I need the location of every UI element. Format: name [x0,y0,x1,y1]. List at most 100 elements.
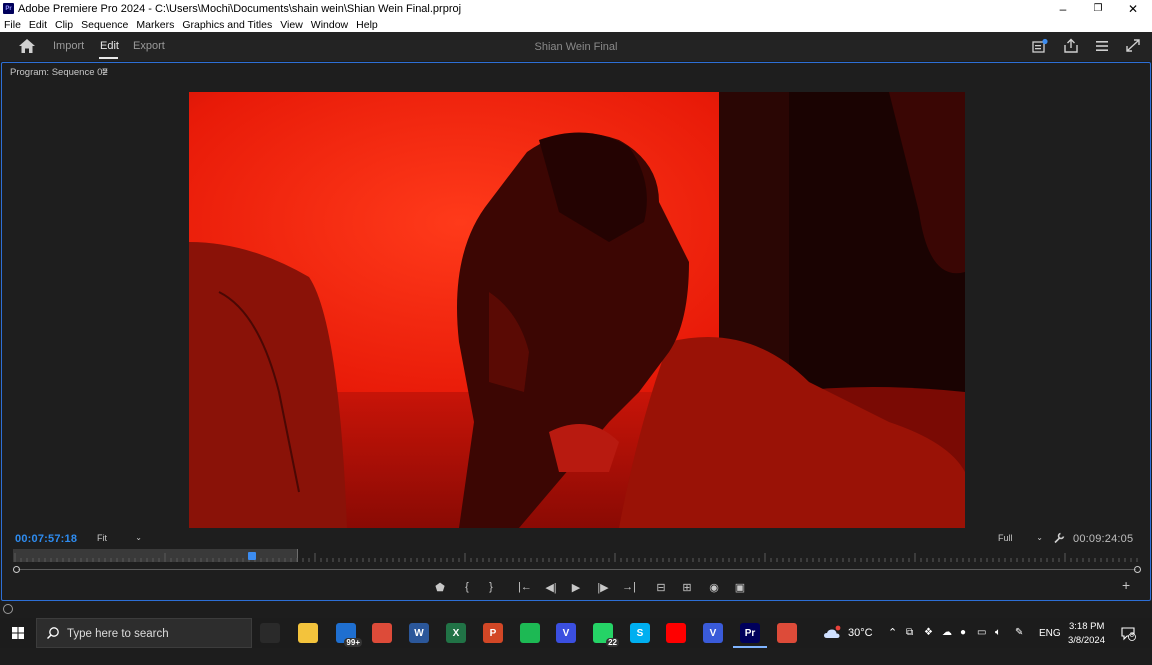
windows-start-icon[interactable] [12,627,24,639]
close-button[interactable]: ✕ [1115,0,1151,17]
current-timecode[interactable]: 00:07:57:18 [15,533,77,545]
time-ruler[interactable] [11,549,1139,563]
menu-window[interactable]: Window [307,19,352,31]
word-taskbar-icon[interactable]: W [409,623,429,643]
zoom-scrollbar-end-handle[interactable] [1134,566,1141,573]
file-explorer-taskbar-icon[interactable] [298,623,318,643]
language-indicator[interactable]: ENG [1039,628,1061,658]
vegas-taskbar-icon[interactable]: V [703,623,723,643]
go-to-out-button[interactable]: →| [621,580,637,594]
zoom-scrollbar[interactable] [13,566,1141,573]
menu-clip[interactable]: Clip [51,19,77,31]
menu-edit[interactable]: Edit [25,19,51,31]
volume-icon[interactable]: 🔈︎ [995,627,1001,657]
youtube-taskbar-icon[interactable] [666,623,686,643]
zoom-level-select[interactable]: Fit ⌄ [97,533,142,543]
chrome-taskbar-icon[interactable] [372,623,392,643]
zoom-scrollbar-start-handle[interactable] [13,566,20,573]
status-strip [0,602,1152,618]
play-button[interactable]: ▶ [568,580,584,594]
zoom-level-value: Fit [97,533,107,543]
go-to-in-button[interactable]: |← [517,580,533,594]
premiere-app-icon: Pr [3,3,14,14]
vpn-badge: V [562,627,570,639]
whatsapp-taskbar-icon[interactable]: 22 [593,623,619,647]
step-forward-button[interactable]: |▶ [595,580,611,594]
chevron-down-icon: ⌄ [1036,533,1043,542]
battery-icon[interactable]: ▭ [977,627,986,657]
weather-cloud-icon[interactable] [823,625,841,641]
video-frame [189,92,965,528]
button-editor-add-button[interactable]: + [1122,577,1130,593]
whatsapp-badge: 22 [606,638,619,647]
microphone-icon[interactable]: ● [960,627,966,657]
chrome-2-taskbar-icon[interactable] [777,623,797,643]
playback-resolution-select[interactable]: Full ⌄ [998,533,1043,543]
window-title-bar: Pr Adobe Premiere Pro 2024 - C:\Users\Mo… [0,0,1152,17]
settings-wrench-icon[interactable] [1053,532,1065,544]
onedrive-icon[interactable]: ☁ [942,627,952,657]
ruler-ticks [14,553,1138,562]
menu-markers[interactable]: Markers [132,19,178,31]
menu-help[interactable]: Help [352,19,382,31]
mail-badge: 99+ [344,638,362,647]
dropbox-icon[interactable]: ❖ [924,627,933,657]
vegas-badge: V [709,627,717,639]
task-view-taskbar-icon[interactable] [260,623,280,643]
playback-resolution-value: Full [998,533,1013,543]
search-placeholder: Type here to search [67,628,169,640]
spotify-taskbar-icon[interactable] [520,623,540,643]
window-title: Adobe Premiere Pro 2024 - C:\Users\Mochi… [18,2,462,15]
clock-date[interactable]: 3/8/2024 [1068,635,1105,665]
status-icon[interactable] [3,604,13,614]
premiere-taskbar-icon[interactable]: Pr [740,623,760,643]
menu-view[interactable]: View [276,19,307,31]
panel-menu-icon[interactable]: ≡ [102,66,108,77]
minimize-button[interactable]: – [1045,0,1081,17]
search-icon [47,627,59,639]
notification-count: 8 [1130,632,1134,639]
export-frame-button[interactable]: ◉ [706,580,722,594]
fullscreen-icon[interactable] [1124,38,1142,54]
word-badge: W [414,627,424,639]
chevron-down-icon: ⌄ [135,533,142,542]
active-tab-indicator [99,57,118,59]
weather-temperature[interactable]: 30°C [848,627,873,657]
playhead-handle[interactable] [248,552,256,560]
program-monitor-title: Program: Sequence 02 [10,67,108,78]
sequence-duration: 00:09:24:05 [1073,533,1134,545]
menu-bar: File Edit Clip Sequence Markers Graphics… [0,17,1152,32]
taskbar-search-box[interactable]: Type here to search [36,618,252,648]
quick-export-icon[interactable] [1031,38,1049,54]
mail-taskbar-icon[interactable]: 99+ [336,623,362,647]
pen-icon[interactable]: ✎ [1015,627,1023,657]
workspace-header: Import Edit Export Shian Wein Final [0,32,1152,61]
comparison-view-button[interactable]: ▣ [732,580,748,594]
powerpoint-taskbar-icon[interactable]: P [483,623,503,643]
notification-center-button[interactable]: 8 [1120,625,1136,641]
extract-button[interactable]: ⊞ [679,580,695,594]
tray-overflow-chevron-icon[interactable]: ⌃ [888,626,897,656]
workspaces-menu-icon[interactable] [1093,38,1111,54]
mark-in-button[interactable]: { [459,580,475,594]
vpn-taskbar-icon[interactable]: V [556,623,576,643]
zoom-scrollbar-track [18,569,1136,570]
add-marker-button[interactable]: ⬟ [432,580,448,594]
menu-file[interactable]: File [0,19,25,31]
tray-icon-sync[interactable]: ⧉ [906,627,913,657]
restore-button[interactable]: ❐ [1080,0,1116,17]
skype-badge: S [636,627,644,639]
project-title: Shian Wein Final [534,41,618,53]
mark-out-button[interactable]: } [483,580,499,594]
menu-graphics-and-titles[interactable]: Graphics and Titles [178,19,276,31]
excel-badge: X [452,627,460,639]
excel-taskbar-icon[interactable]: X [446,623,466,643]
share-icon[interactable] [1062,38,1080,54]
video-frame-image [189,92,965,528]
program-monitor-panel: Program: Sequence 02 ≡ 00:07:57:18 Fit ⌄… [1,62,1151,601]
premiere-badge: Pr [744,627,756,639]
lift-button[interactable]: ⊟ [653,580,669,594]
skype-taskbar-icon[interactable]: S [630,623,650,643]
step-back-button[interactable]: ◀| [543,580,559,594]
menu-sequence[interactable]: Sequence [77,19,132,31]
